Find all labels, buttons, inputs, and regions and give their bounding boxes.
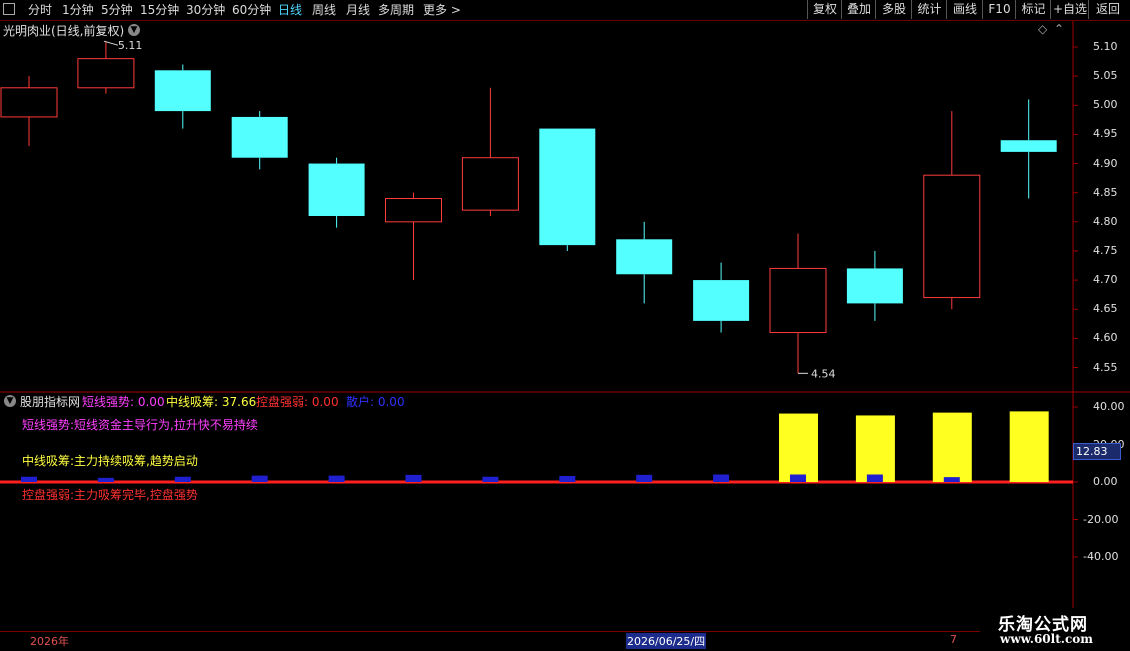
watermark: 乐淘公式网 www.60lt.com	[980, 608, 1130, 650]
indicator-field-value: 0.00	[374, 395, 405, 409]
candle-body-down	[308, 163, 365, 216]
indicator-field-value: 0.00	[308, 395, 339, 409]
candle-body-down	[539, 128, 596, 246]
current-value-text: 12.83	[1076, 445, 1108, 458]
price-tick-label: 5.10	[1093, 40, 1118, 53]
right-date-label: 7	[950, 633, 957, 646]
retail-bar	[405, 474, 422, 482]
date-bar: 2026年 2026/06/25/四 7	[0, 631, 1130, 651]
indicator-tick-label: 40.00	[1093, 400, 1125, 413]
retail-bar	[866, 474, 883, 482]
indicator-field-label: 短线强势:	[82, 395, 135, 409]
price-tick-label: 4.85	[1093, 185, 1118, 199]
retail-bar	[713, 474, 730, 482]
accumulation-bar	[932, 412, 972, 482]
price-tick-label: 4.55	[1093, 360, 1118, 374]
indicator-note-0: 短线强势:短线资金主导行为,拉升快不易持续	[22, 418, 258, 432]
max-price-label: 5.11	[118, 39, 142, 52]
accumulation-bar	[779, 413, 818, 482]
indicator-field-label: 控盘强弱:	[256, 395, 309, 409]
retail-bar	[790, 474, 806, 482]
indicator-tick-label: 0.00	[1093, 475, 1118, 488]
price-tick-label: 4.95	[1093, 127, 1118, 141]
watermark-url: www.60lt.com	[1000, 632, 1093, 646]
candle-body-down	[1000, 140, 1057, 152]
price-tick-label: 4.80	[1093, 214, 1118, 228]
indicator-field-value: 37.66	[218, 395, 257, 409]
price-tick-label: 5.00	[1093, 98, 1118, 112]
indicator-tick-label: -20.00	[1083, 512, 1119, 526]
indicator-tick-label: -40.00	[1083, 550, 1119, 563]
retail-bar	[482, 476, 499, 482]
accumulation-bar	[855, 415, 895, 482]
candle-body-down	[154, 70, 211, 112]
indicator-note-2: 控盘强弱:主力吸筹完毕,控盘强势	[22, 488, 198, 502]
retail-bar	[251, 475, 268, 482]
indicator-field-label: 中线吸筹:	[166, 395, 219, 409]
retail-bar	[636, 474, 653, 482]
retail-bar	[174, 476, 191, 482]
indicator-note-1: 中线吸筹:主力持续吸筹,趋势启动	[22, 454, 198, 468]
crosshair-date-label: 2026/06/25/四	[626, 633, 707, 649]
min-price-label: 4.54	[811, 367, 836, 380]
retail-bar	[559, 476, 576, 482]
indicator-name: 股朋指标网	[20, 395, 81, 409]
retail-bar	[97, 477, 114, 482]
price-tick-label: 4.70	[1093, 273, 1118, 287]
candle-body-up	[461, 157, 519, 211]
indicator-field-value: 0.00	[134, 395, 165, 409]
candle-body-down	[616, 239, 673, 275]
candle-body-down	[693, 280, 750, 321]
price-tick-label: 4.75	[1093, 243, 1118, 257]
candle-body-up	[385, 198, 442, 223]
indicator-field-1: 中线吸筹: 37.66	[166, 393, 256, 410]
candle-body-up	[923, 174, 981, 299]
candle-body-down	[846, 268, 903, 304]
price-tick-label: 4.90	[1093, 156, 1118, 170]
year-label: 2026年	[30, 635, 69, 648]
retail-bar	[943, 477, 960, 482]
current-value-badge: 12.83	[1073, 443, 1121, 460]
candlestick-chart[interactable]: 5.11 4.54	[0, 0, 1130, 650]
candle-body-up	[769, 267, 827, 334]
indicator-field-label: 散户:	[346, 395, 375, 409]
indicator-dropdown-icon[interactable]: ▼	[4, 395, 16, 407]
indicator-field-2: 控盘强弱: 0.00	[256, 393, 339, 410]
candle-body-down	[231, 116, 288, 158]
candle-body-up	[0, 87, 58, 118]
retail-bar	[328, 475, 345, 482]
price-tick-label: 4.60	[1093, 331, 1118, 345]
indicator-field-3: 散户: 0.00	[346, 393, 405, 410]
price-tick-label: 4.65	[1093, 302, 1118, 316]
accumulation-bar	[1009, 411, 1049, 482]
candle-body-up	[77, 58, 135, 89]
retail-bar	[21, 476, 37, 482]
indicator-field-0: 短线强势: 0.00	[82, 393, 165, 410]
price-tick-label: 5.05	[1093, 69, 1118, 83]
